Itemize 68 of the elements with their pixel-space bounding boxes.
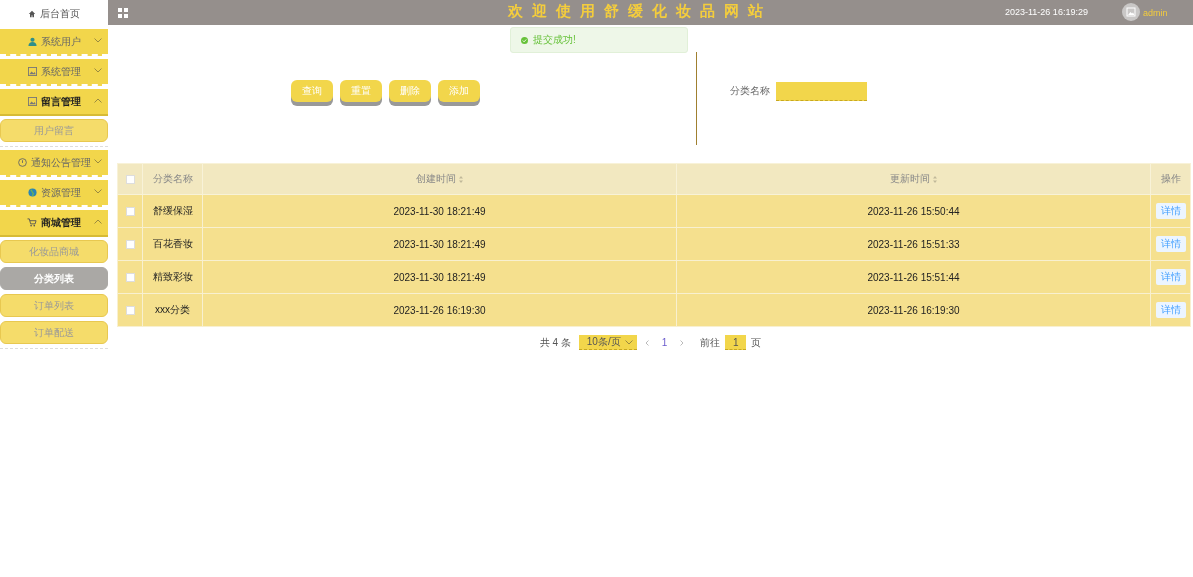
image-icon <box>27 97 37 106</box>
details-button[interactable]: 详情 <box>1155 203 1186 219</box>
details-button[interactable]: 详情 <box>1155 269 1186 285</box>
column-header: 分类名称 <box>152 172 193 186</box>
chevron-icon <box>94 98 102 103</box>
table-cell: 2023-11-26 15:51:44 <box>867 271 960 283</box>
table-cell: 精致彩妆 <box>152 271 193 282</box>
datetime: 2023-11-26 16:19:29 <box>1005 7 1088 17</box>
clock-icon <box>17 158 27 167</box>
page-size-select[interactable]: 10条/页 <box>578 335 637 350</box>
chevron-icon <box>94 38 102 43</box>
goto-label: 前往 <box>700 335 721 350</box>
table-cell: 2023-11-30 18:21:49 <box>393 205 486 217</box>
home-icon <box>28 10 36 18</box>
username[interactable]: admin <box>1143 8 1168 18</box>
user-icon <box>27 37 37 46</box>
total-count: 共 4 条 <box>539 335 571 350</box>
chevron-icon <box>94 189 102 194</box>
table-cell: xxx分类 <box>155 304 190 315</box>
column-header: 操作 <box>1160 172 1181 186</box>
site-title: 欢迎使用舒缓化妆品网站 <box>508 2 772 21</box>
column-header[interactable]: 更新时间 <box>890 172 937 186</box>
sidebar-menu-item[interactable]: 留言管理 <box>0 89 108 116</box>
check-circle-icon <box>521 36 528 44</box>
submenu-item[interactable]: 订单配送 <box>0 321 108 344</box>
submenu-item[interactable]: 用户留言 <box>0 119 108 142</box>
sidebar-menu-item[interactable]: 资源管理 <box>0 180 108 207</box>
chevron-icon <box>94 219 102 224</box>
table-cell: 2023-11-26 16:19:30 <box>393 304 486 316</box>
chevron-icon <box>94 159 102 164</box>
checkbox[interactable] <box>125 175 135 185</box>
previous-page-icon[interactable] <box>644 339 649 346</box>
checkbox[interactable] <box>125 306 135 316</box>
sidebar-menu-item[interactable]: 商城管理 <box>0 210 108 237</box>
sidebar-menu-item[interactable]: 系统用户 <box>0 29 108 56</box>
checkbox[interactable] <box>125 273 135 283</box>
table-cell: 2023-11-30 18:21:49 <box>393 238 486 250</box>
table-cell: 舒缓保湿 <box>152 205 193 216</box>
cart-icon <box>27 218 37 227</box>
next-page-icon[interactable] <box>680 339 685 346</box>
table-cell: 2023-11-26 15:51:33 <box>867 238 960 250</box>
checkbox[interactable] <box>125 207 135 217</box>
submenu-item[interactable]: 化妆品商城 <box>0 240 108 263</box>
column-header[interactable]: 创建时间 <box>416 172 463 186</box>
sidebar-menu-item[interactable]: 系统管理 <box>0 59 108 86</box>
dropdown-caret-icon <box>624 339 633 345</box>
toast-message: 提交成功! <box>533 33 576 47</box>
globe-icon <box>27 188 37 197</box>
home-menu-item[interactable]: 后台首页 <box>0 0 108 28</box>
page-number[interactable]: 1 <box>656 337 673 348</box>
page-suffix: 页 <box>751 335 762 350</box>
table-cell: 2023-11-26 15:50:44 <box>867 205 960 217</box>
table-cell: 2023-11-30 18:21:49 <box>393 271 486 283</box>
details-button[interactable]: 详情 <box>1155 236 1186 252</box>
table-cell: 百花香妆 <box>152 238 193 249</box>
avatar-icon[interactable] <box>1122 3 1140 21</box>
category-name-input[interactable] <box>776 81 867 101</box>
details-button[interactable]: 详情 <box>1155 302 1186 318</box>
sidebar-menu-item[interactable]: 通知公告管理 <box>0 150 108 177</box>
grid-menu-icon[interactable] <box>118 7 128 18</box>
goto-page-field[interactable]: 1 <box>725 335 747 350</box>
table-cell: 2023-11-26 16:19:30 <box>867 304 960 316</box>
checkbox[interactable] <box>125 240 135 250</box>
field-label: 分类名称 <box>730 84 770 98</box>
chevron-icon <box>94 68 102 73</box>
submenu-item[interactable]: 订单列表 <box>0 294 108 317</box>
submenu-item[interactable]: 分类列表 <box>0 267 108 290</box>
image-icon <box>27 67 37 76</box>
